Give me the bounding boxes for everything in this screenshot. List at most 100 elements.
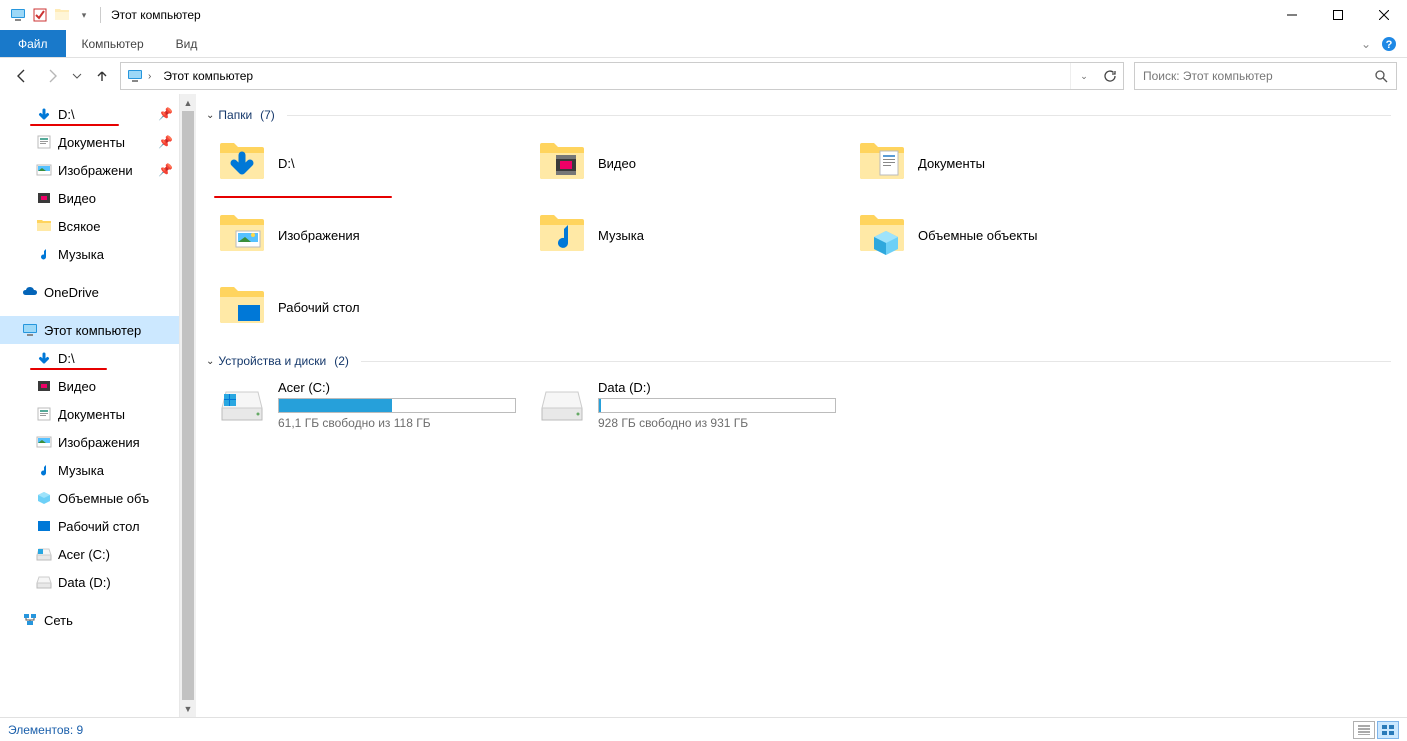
scrollbar-thumb[interactable] <box>182 111 194 700</box>
group-rule <box>361 361 1391 362</box>
tree-item-network[interactable]: Сеть <box>0 606 179 634</box>
drive-tile-d[interactable]: Data (D:) 928 ГБ свободно из 931 ГБ <box>534 378 850 432</box>
folder-tile-3dobjects[interactable]: Объемные объекты <box>854 204 1170 266</box>
folder-tile-d[interactable]: D:\ <box>214 132 530 194</box>
view-details-button[interactable] <box>1353 721 1375 739</box>
tree-item-label: Изображени <box>58 163 133 178</box>
folder-label: Объемные объекты <box>918 228 1038 243</box>
group-count: (2) <box>334 354 349 368</box>
tree-item-music-quick[interactable]: Музыка <box>0 240 179 268</box>
up-button[interactable] <box>90 64 114 88</box>
drive-usage-bar <box>278 398 516 413</box>
folder-icon <box>36 218 52 234</box>
tree-item-pictures-quick[interactable]: Изображени 📌 <box>0 156 179 184</box>
music-icon <box>538 211 586 259</box>
status-items-label: Элементов: <box>8 723 73 737</box>
window-title: Этот компьютер <box>111 8 201 22</box>
tree-scrollbar[interactable]: ▲ ▼ <box>179 94 196 717</box>
group-title: Устройства и диски <box>218 354 326 368</box>
close-button[interactable] <box>1361 0 1407 30</box>
address-crumb-thispc[interactable]: Этот компьютер <box>157 63 259 89</box>
tree-item-label: Документы <box>58 407 125 422</box>
tree-item-label: D:\ <box>58 351 75 366</box>
tree-item-d-pc[interactable]: D:\ <box>0 344 179 372</box>
pin-icon: 📌 <box>158 135 173 149</box>
qat-app-icon <box>8 4 28 26</box>
navigation-bar: › Этот компьютер ⌄ Поиск: Этот компьютер <box>0 58 1407 94</box>
doc-icon <box>36 406 52 422</box>
group-rule <box>287 115 1391 116</box>
tree-item-video-pc[interactable]: Видео <box>0 372 179 400</box>
tree-item-documents-quick[interactable]: Документы 📌 <box>0 128 179 156</box>
group-header-folders[interactable]: ⌄ Папки (7) <box>200 104 1407 126</box>
title-bar: ▾ Этот компьютер <box>0 0 1407 30</box>
tree-item-label: D:\ <box>58 107 75 122</box>
video-icon <box>36 190 52 206</box>
title-separator <box>100 7 101 23</box>
maximize-button[interactable] <box>1315 0 1361 30</box>
tree-item-label: Документы <box>58 135 125 150</box>
pin-icon: 📌 <box>158 163 173 177</box>
folder-label: Видео <box>598 156 636 171</box>
folder-tile-documents[interactable]: Документы <box>854 132 1170 194</box>
tree-item-thispc[interactable]: Этот компьютер <box>0 316 179 344</box>
status-bar: Элементов: 9 <box>0 717 1407 741</box>
status-items-count: 9 <box>77 723 84 737</box>
minimize-button[interactable] <box>1269 0 1315 30</box>
group-header-drives[interactable]: ⌄ Устройства и диски (2) <box>200 350 1407 372</box>
forward-button[interactable] <box>40 64 64 88</box>
downloads-icon <box>218 139 266 187</box>
tree-item-onedrive[interactable]: OneDrive <box>0 278 179 306</box>
drive-tile-c[interactable]: Acer (C:) 61,1 ГБ свободно из 118 ГБ <box>214 378 530 432</box>
tree-item-drive-c[interactable]: Acer (C:) <box>0 540 179 568</box>
pictures-icon <box>36 162 52 178</box>
tree-item-music-pc[interactable]: Музыка <box>0 456 179 484</box>
back-button[interactable] <box>10 64 34 88</box>
doc-icon <box>36 134 52 150</box>
tree-item-d-quick[interactable]: D:\ 📌 <box>0 100 179 128</box>
ribbon-tab-computer[interactable]: Компьютер <box>66 30 160 57</box>
tree-item-desktop-pc[interactable]: Рабочий стол <box>0 512 179 540</box>
tree-item-drive-d[interactable]: Data (D:) <box>0 568 179 596</box>
folder-tile-video[interactable]: Видео <box>534 132 850 194</box>
ribbon-collapse-icon[interactable]: ⌄ <box>1361 37 1371 51</box>
view-tiles-button[interactable] <box>1377 721 1399 739</box>
tree-item-documents-pc[interactable]: Документы <box>0 400 179 428</box>
folder-label: Документы <box>918 156 985 171</box>
tree-item-label: Acer (C:) <box>58 547 110 562</box>
folder-tile-music[interactable]: Музыка <box>534 204 850 266</box>
ribbon-tabs: Файл Компьютер Вид ⌄ ? <box>0 30 1407 58</box>
music-icon <box>36 462 52 478</box>
refresh-button[interactable] <box>1097 63 1123 89</box>
ribbon-tab-view[interactable]: Вид <box>160 30 214 57</box>
ribbon-file-tab[interactable]: Файл <box>0 30 66 57</box>
annotation-underline <box>30 368 107 370</box>
objects3d-icon <box>858 211 906 259</box>
tree-item-video-quick[interactable]: Видео <box>0 184 179 212</box>
qat-customize-icon[interactable]: ▾ <box>74 4 94 26</box>
drive-usage-bar <box>598 398 836 413</box>
help-icon[interactable]: ? <box>1381 36 1397 52</box>
tree-item-folder-quick[interactable]: Всякое <box>0 212 179 240</box>
search-icon[interactable] <box>1366 69 1396 83</box>
address-history-button[interactable]: ⌄ <box>1071 63 1097 89</box>
pin-icon: 📌 <box>158 107 173 121</box>
scroll-down-icon[interactable]: ▼ <box>180 700 196 717</box>
qat-newfolder-icon[interactable] <box>52 4 72 26</box>
address-crumb-root[interactable]: › <box>121 63 157 89</box>
search-box[interactable]: Поиск: Этот компьютер <box>1134 62 1397 90</box>
tree-item-label: Музыка <box>58 247 104 262</box>
annotation-underline <box>214 196 392 198</box>
content-pane: ⌄ Папки (7) D:\ Видео Документы Изображе… <box>196 94 1407 717</box>
scroll-up-icon[interactable]: ▲ <box>180 94 196 111</box>
recent-locations-button[interactable] <box>70 64 84 88</box>
address-bar[interactable]: › Этот компьютер ⌄ <box>120 62 1124 90</box>
folder-tile-pictures[interactable]: Изображения <box>214 204 530 266</box>
svg-text:?: ? <box>1386 39 1393 51</box>
folder-tile-desktop[interactable]: Рабочий стол <box>214 276 530 338</box>
tree-item-label: Видео <box>58 379 96 394</box>
tree-item-3dobjects-pc[interactable]: Объемные объ <box>0 484 179 512</box>
tree-item-label: Этот компьютер <box>44 323 141 338</box>
tree-item-pictures-pc[interactable]: Изображения <box>0 428 179 456</box>
qat-properties-icon[interactable] <box>30 4 50 26</box>
